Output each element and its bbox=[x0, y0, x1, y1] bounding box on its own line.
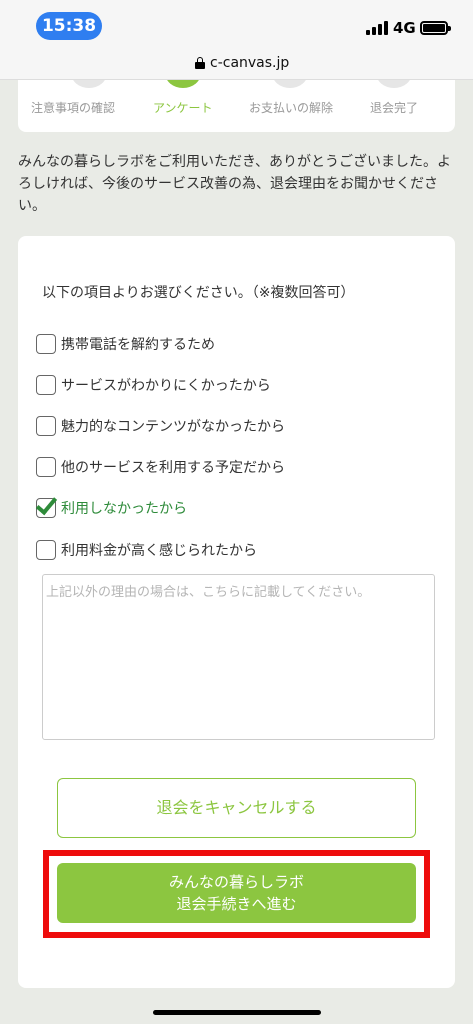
home-indicator[interactable] bbox=[153, 1010, 321, 1015]
checkbox[interactable] bbox=[35, 492, 58, 518]
step-label-confirm: 注意事項の確認 bbox=[31, 101, 116, 115]
option-too-expensive[interactable]: 利用料金が高く感じられたから bbox=[36, 539, 257, 561]
checkbox[interactable] bbox=[36, 334, 56, 354]
intro-text: みんなの暮らしラボをご利用いただき、ありがとうございました。よろしければ、今後の… bbox=[18, 154, 452, 214]
proceed-line1: みんなの暮らしラボ bbox=[168, 873, 304, 891]
progress-steps: 注意事項の確認 アンケート お支払いの解除 退会完了 bbox=[18, 80, 455, 132]
checkbox[interactable] bbox=[36, 375, 56, 395]
option-hard-to-understand[interactable]: サービスがわかりにくかったから bbox=[36, 374, 271, 396]
form-title: 以下の項目よりお選びください。（※複数回答可） bbox=[42, 285, 355, 301]
step-label-survey: アンケート bbox=[153, 101, 213, 115]
step-dot-complete bbox=[376, 80, 412, 88]
network-type: 4G bbox=[393, 19, 416, 37]
proceed-line2: 退会手続きへ進む bbox=[176, 895, 297, 913]
battery-icon bbox=[420, 21, 451, 35]
step-dot-confirm bbox=[71, 80, 107, 88]
clock: 15:38 bbox=[36, 12, 102, 40]
checkbox[interactable] bbox=[36, 457, 56, 477]
address-bar[interactable]: c-canvas.jp bbox=[0, 52, 473, 80]
option-label: 携帯電話を解約するため bbox=[61, 337, 215, 353]
proceed-withdrawal-button[interactable]: みんなの暮らしラボ 退会手続きへ進む bbox=[57, 863, 416, 923]
option-no-content[interactable]: 魅力的なコンテンツがなかったから bbox=[36, 415, 285, 437]
step-dot-payment bbox=[272, 80, 308, 88]
status-bar: 15:38 4G bbox=[0, 0, 473, 52]
url-text: c-canvas.jp bbox=[210, 55, 290, 71]
option-cancel-phone[interactable]: 携帯電話を解約するため bbox=[36, 333, 215, 355]
cancel-withdrawal-button[interactable]: 退会をキャンセルする bbox=[57, 778, 416, 838]
option-other-service[interactable]: 他のサービスを利用する予定だから bbox=[36, 456, 285, 478]
checkbox[interactable] bbox=[36, 416, 56, 436]
option-label: サービスがわかりにくかったから bbox=[61, 378, 271, 394]
option-label: 利用しなかったから bbox=[61, 501, 187, 517]
option-label: 利用料金が高く感じられたから bbox=[61, 543, 257, 559]
checkbox[interactable] bbox=[36, 540, 56, 560]
option-not-used[interactable]: 利用しなかったから bbox=[35, 492, 187, 519]
step-dot-survey bbox=[165, 80, 201, 88]
step-label-payment: お支払いの解除 bbox=[249, 101, 334, 115]
other-reason-textarea[interactable] bbox=[42, 574, 435, 740]
survey-form: 以下の項目よりお選びください。（※複数回答可） 携帯電話を解約するため サービス… bbox=[18, 236, 455, 988]
signal-icon bbox=[366, 19, 388, 35]
option-label: 他のサービスを利用する予定だから bbox=[61, 460, 285, 476]
option-label: 魅力的なコンテンツがなかったから bbox=[61, 419, 285, 435]
lock-icon bbox=[195, 57, 205, 69]
checkmark-icon bbox=[35, 492, 58, 516]
step-label-complete: 退会完了 bbox=[370, 101, 419, 115]
